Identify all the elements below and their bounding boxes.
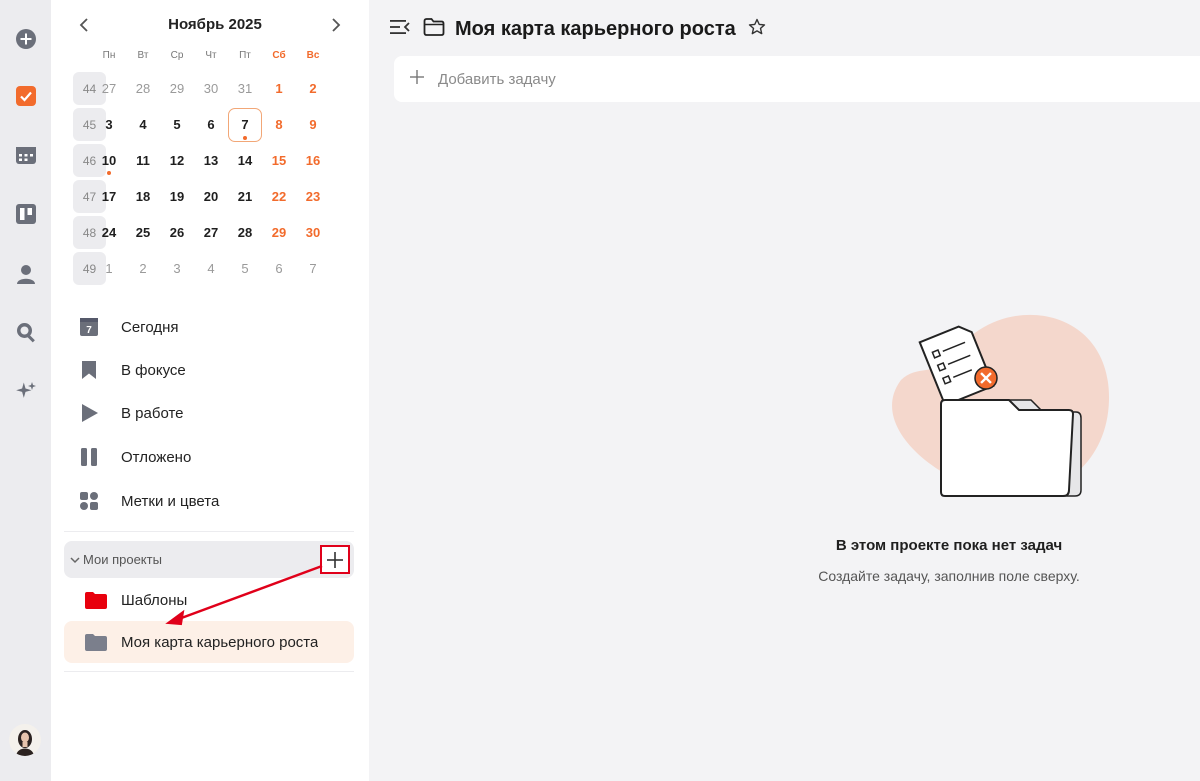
page-title: Моя карта карьерного роста [455,17,736,40]
star-favorite-icon[interactable] [748,18,766,41]
folder-outline-icon [423,17,445,41]
plus-icon [410,69,424,89]
main-panel: Моя карта карьерного роста Добавить зада… [369,0,1200,781]
empty-state-subtitle: Создайте задачу, заполнив поле сверху. [818,568,1080,584]
empty-folder-illustration [881,300,1121,515]
add-task-input[interactable]: Добавить задачу [394,56,1200,102]
empty-state-title: В этом проекте пока нет задач [835,537,1063,554]
add-task-placeholder: Добавить задачу [438,70,556,88]
collapse-sidebar-icon[interactable] [389,17,411,42]
project-header: Моя карта карьерного роста [389,14,766,44]
